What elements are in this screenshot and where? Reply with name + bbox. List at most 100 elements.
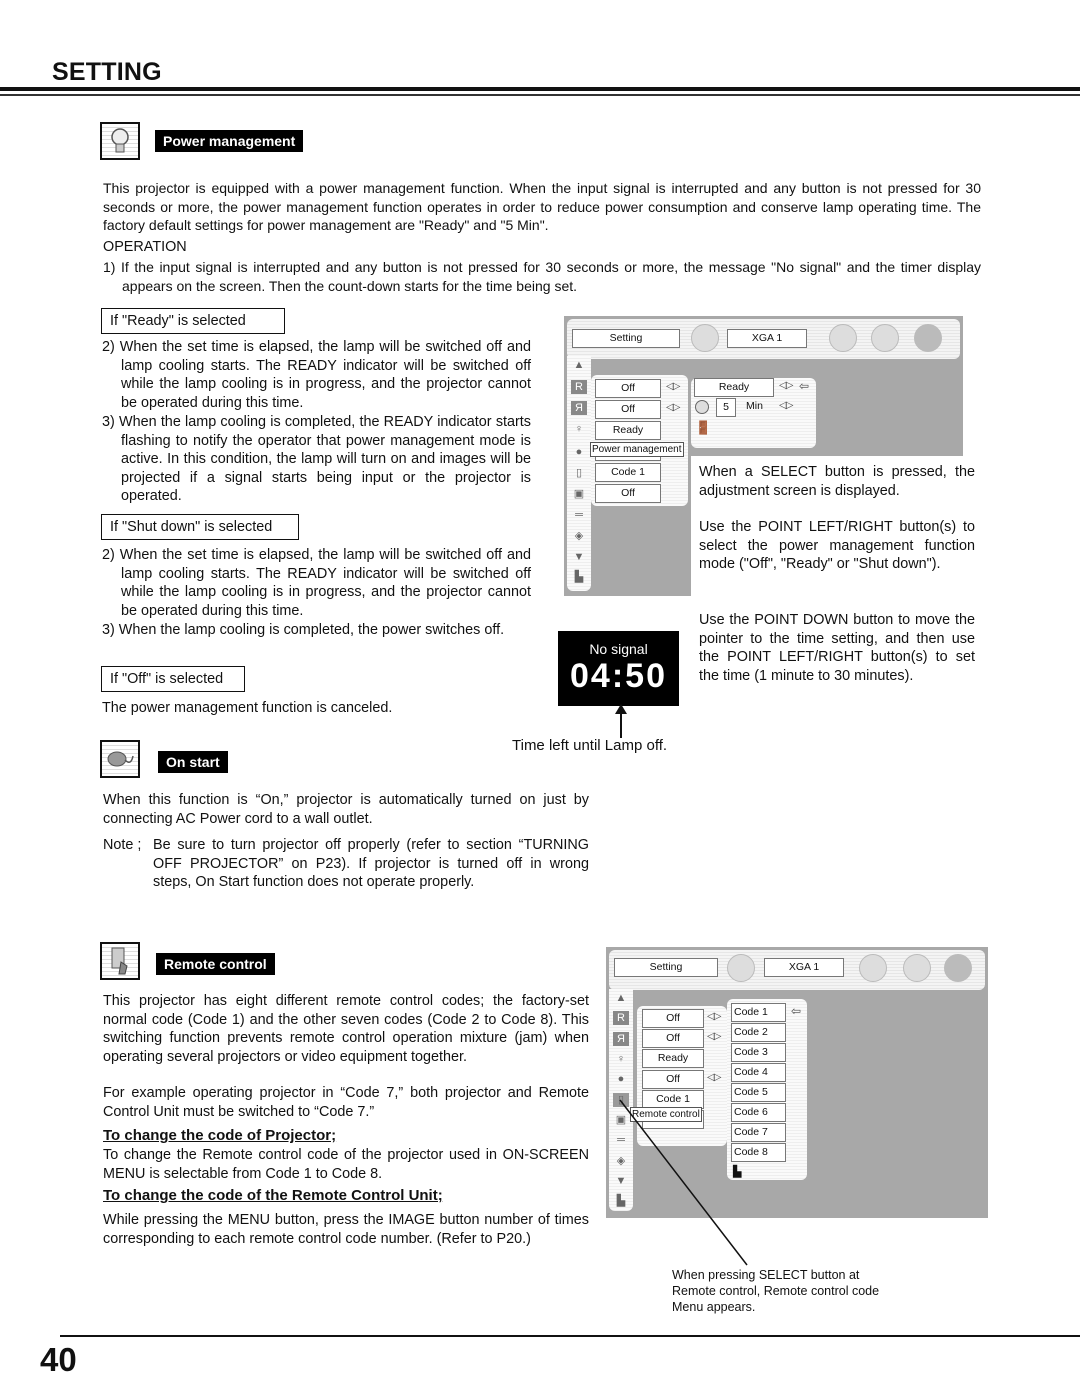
osd-item-3[interactable]: Ready — [595, 421, 661, 440]
screen-icon[interactable] — [829, 324, 857, 352]
osd-tooltip: Power management — [590, 442, 684, 457]
off-text: The power management function is cancele… — [102, 700, 393, 716]
code-option-2[interactable]: Code 2 — [731, 1023, 786, 1042]
scroll-up-icon[interactable]: ▲ — [571, 358, 587, 372]
on-start-text: When this function is “On,” projector is… — [103, 792, 589, 827]
input-source-icon — [691, 324, 719, 352]
no-signal-timer-display: No signal 04:50 — [558, 631, 679, 706]
lock-icon[interactable]: ▣ — [571, 487, 587, 501]
osd-toolbar: Setting XGA 1 — [567, 319, 960, 359]
section-label-remote-control: Remote control — [156, 953, 275, 975]
osd-item-5[interactable]: Code 1 — [595, 463, 661, 482]
change-remote-code-text: While pressing the MENU button, press th… — [103, 1212, 589, 1247]
section-label-on-start: On start — [158, 751, 228, 773]
osd-item-2[interactable]: Off — [642, 1029, 704, 1048]
ready-step-2: 2) When the set time is elapsed, the lam… — [102, 339, 531, 411]
remote-control-intro: This projector has eight different remot… — [103, 993, 589, 1065]
timer-clock-icon — [695, 400, 709, 414]
osd-source-label: XGA 1 — [727, 329, 807, 348]
osd-item-6[interactable]: Off — [595, 484, 661, 503]
timer-caption: Time left until Lamp off. — [512, 737, 668, 754]
callout-leader-line — [619, 1099, 748, 1266]
change-projector-code-text: To change the Remote control code of the… — [103, 1147, 589, 1182]
osd-item-1[interactable]: Off — [642, 1009, 704, 1028]
change-remote-code-heading: To change the code of the Remote Control… — [103, 1187, 443, 1204]
lightbulb-icon — [100, 122, 140, 160]
power-management-intro: This projector is equipped with a power … — [103, 180, 981, 233]
back-arrow-icon[interactable]: ⇦ — [799, 379, 809, 393]
osd-item-3[interactable]: Ready — [642, 1049, 704, 1068]
scroll-down-icon[interactable]: ▼ — [571, 550, 587, 564]
fan-icon[interactable]: ═ — [571, 508, 587, 522]
remote-control-icon — [100, 942, 140, 980]
code-option-1[interactable]: Code 1 — [731, 1003, 786, 1022]
left-right-arrows-icon[interactable]: ◁▷ — [666, 402, 680, 413]
point-down-instruction: Use the POINT DOWN button to move the po… — [699, 612, 975, 684]
left-right-arrows-icon[interactable]: ◁▷ — [707, 1031, 721, 1042]
setting-gear-icon[interactable] — [944, 954, 972, 982]
code-option-4[interactable]: Code 4 — [731, 1063, 786, 1082]
exit-door-icon[interactable]: ▙ — [571, 570, 587, 584]
osd-sidebar: ▲ R Я ♀ ● ▯ ▣ ═ ◈ ▼ ▙ — [567, 356, 591, 591]
remote-control-icon[interactable]: ▯ — [571, 466, 587, 480]
arrow-head-icon — [615, 704, 627, 714]
condition-ready-label: If "Ready" is selected — [101, 308, 285, 334]
condition-off-label: If "Off" is selected — [101, 666, 245, 692]
power-cord-icon[interactable]: ● — [571, 445, 587, 459]
lamp-icon[interactable]: ◈ — [571, 529, 587, 543]
code-option-3[interactable]: Code 3 — [731, 1043, 786, 1062]
setting-gear-icon[interactable] — [914, 324, 942, 352]
scroll-up-icon[interactable]: ▲ — [613, 991, 629, 1005]
power-cord-icon[interactable]: ● — [613, 1072, 629, 1086]
osd-item-1[interactable]: Off — [595, 379, 661, 398]
ready-step-3: 3) When the lamp cooling is completed, t… — [102, 414, 531, 504]
on-start-note: Be sure to turn projector off properly (… — [153, 837, 589, 890]
osd-item-4[interactable]: Off — [642, 1070, 704, 1089]
remote-control-example: For example operating projector in “Code… — [103, 1085, 589, 1120]
note-prefix: Note ; — [103, 837, 142, 853]
power-cord-icon — [100, 740, 140, 778]
page-title: SETTING — [52, 58, 162, 86]
left-right-arrows-icon[interactable]: ◁▷ — [707, 1011, 721, 1022]
menu-icon-2[interactable]: Я — [571, 401, 587, 415]
exit-door-icon[interactable]: 🚪 — [695, 420, 711, 436]
left-right-arrows-icon[interactable]: ◁▷ — [666, 381, 680, 392]
change-projector-code-heading: To change the code of Projector; — [103, 1127, 337, 1144]
point-left-right-instruction: Use the POINT LEFT/RIGHT button(s) to se… — [699, 519, 975, 572]
osd-item-2[interactable]: Off — [595, 400, 661, 419]
color-icon[interactable] — [903, 954, 931, 982]
input-source-icon — [727, 954, 755, 982]
screen-icon[interactable] — [859, 954, 887, 982]
osd-timer-unit: Min — [746, 400, 763, 412]
osd-toolbar: Setting XGA 1 — [609, 950, 985, 990]
osd-settings-list: Off ◁▷ Off ◁▷ Ready Code 1 Off — [591, 375, 688, 506]
operation-heading: OPERATION — [103, 239, 187, 255]
lightbulb-icon[interactable]: ♀ — [613, 1052, 629, 1066]
left-right-arrows-icon[interactable]: ◁▷ — [779, 400, 793, 411]
left-right-arrows-icon[interactable]: ◁▷ — [779, 380, 793, 391]
lightbulb-icon[interactable]: ♀ — [571, 422, 587, 436]
color-icon[interactable] — [871, 324, 899, 352]
footer-rule — [60, 1335, 1080, 1337]
osd-tab-setting[interactable]: Setting — [572, 329, 680, 348]
back-arrow-icon[interactable]: ⇦ — [791, 1004, 801, 1018]
select-instruction: When a SELECT button is pressed, the adj… — [699, 464, 975, 499]
operation-step-1: 1) If the input signal is interrupted an… — [103, 259, 981, 294]
remote-control-caption: When pressing SELECT button at Remote co… — [672, 1268, 880, 1314]
osd-submenu-panel: Ready ◁▷ ⇦ 5 Min ◁▷ 🚪 — [691, 378, 816, 448]
page-number: 40 — [40, 1341, 77, 1378]
condition-shutdown-label: If "Shut down" is selected — [101, 514, 299, 540]
menu-icon-2[interactable]: Я — [613, 1032, 629, 1046]
header-rule — [0, 87, 1080, 91]
osd-source-label: XGA 1 — [764, 958, 844, 977]
osd-mode-value[interactable]: Ready — [694, 378, 774, 397]
osd-tab-setting[interactable]: Setting — [614, 958, 718, 977]
osd-timer-value[interactable]: 5 — [716, 398, 736, 417]
no-signal-message: No signal — [589, 641, 648, 657]
menu-icon-1[interactable]: R — [613, 1011, 629, 1025]
left-right-arrows-icon[interactable]: ◁▷ — [707, 1072, 721, 1083]
shutdown-step-3: 3) When the lamp cooling is completed, t… — [102, 622, 505, 638]
section-label-power-management: Power management — [155, 130, 304, 152]
menu-icon-1[interactable]: R — [571, 380, 587, 394]
shutdown-step-2: 2) When the set time is elapsed, the lam… — [102, 547, 531, 619]
